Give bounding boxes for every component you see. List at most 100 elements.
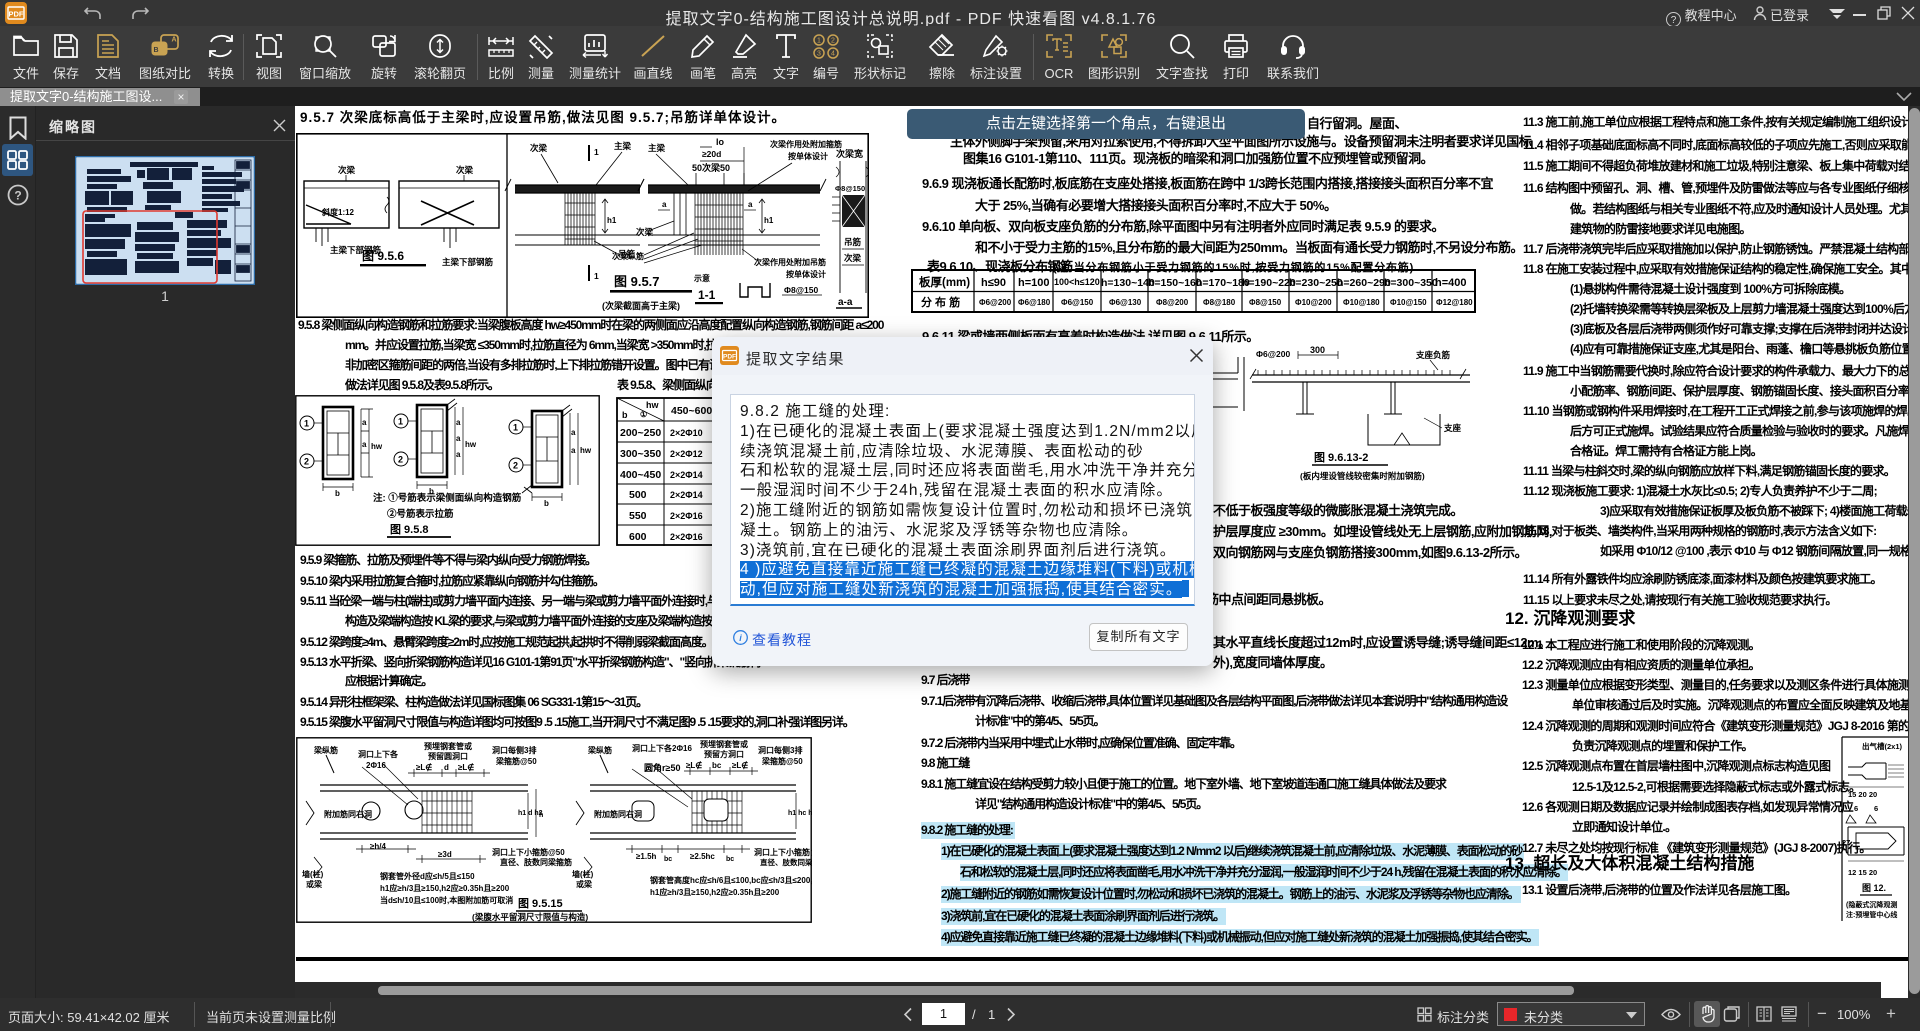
svg-text:次梁作用处附加吊筋: 次梁作用处附加吊筋 xyxy=(754,257,826,267)
svg-text:h1应≥h/3且≥150,h2应≥0.35h且≥200: h1应≥h/3且≥150,h2应≥0.35h且≥200 xyxy=(380,883,510,893)
svg-text:d: d xyxy=(444,763,449,772)
svg-text:Φ10@200: Φ10@200 xyxy=(1295,298,1332,307)
svg-text:Φ8@200: Φ8@200 xyxy=(1156,298,1189,307)
svg-text:2: 2 xyxy=(513,461,518,471)
svg-text:50次梁50: 50次梁50 xyxy=(692,162,730,173)
svg-text:图 9.5.8: 图 9.5.8 xyxy=(390,523,429,536)
svg-text:墙(柱): 墙(柱) xyxy=(302,869,324,879)
svg-text:注:预埋管中心线: 注:预埋管中心线 xyxy=(1846,910,1897,919)
svg-text:图 9.5.6: 图 9.5.6 xyxy=(362,249,404,263)
svg-text:550: 550 xyxy=(629,510,647,522)
svg-text:2×2Φ16: 2×2Φ16 xyxy=(670,511,703,521)
svg-text:Φ8@180: Φ8@180 xyxy=(1203,298,1236,307)
svg-text:bc: bc xyxy=(664,856,672,863)
svg-text:600: 600 xyxy=(629,531,647,543)
svg-text:1: 1 xyxy=(594,271,599,281)
svg-text:≥L∉: ≥L∉ xyxy=(686,761,702,770)
svg-text:预埋钢套管或: 预埋钢套管或 xyxy=(424,741,472,751)
svg-text:次梁: 次梁 xyxy=(636,227,654,237)
svg-text:吊筋: 吊筋 xyxy=(844,237,862,247)
svg-text:次梁: 次梁 xyxy=(456,165,474,175)
svg-text:h=130~140: h=130~140 xyxy=(1101,277,1155,289)
svg-text:b: b xyxy=(544,499,549,508)
svg-text:300: 300 xyxy=(1310,345,1325,355)
svg-text:bc: bc xyxy=(726,856,734,863)
svg-text:a: a xyxy=(571,446,576,455)
svg-text:①: ① xyxy=(640,410,647,419)
svg-text:2×2Φ12: 2×2Φ12 xyxy=(670,449,703,459)
svg-text:≥3d: ≥3d xyxy=(438,850,452,859)
svg-text:12 15 20: 12 15 20 xyxy=(1848,868,1877,877)
svg-text:≥20d: ≥20d xyxy=(702,149,721,159)
svg-text:i: i xyxy=(739,633,742,643)
svg-text:a: a xyxy=(456,418,461,427)
svg-text:斜度1:12: 斜度1:12 xyxy=(321,207,355,217)
svg-text:(板内埋设管线较密集时附加钢筋): (板内埋设管线较密集时附加钢筋) xyxy=(1300,471,1425,481)
svg-text:200~250: 200~250 xyxy=(620,427,661,439)
svg-text:梁纵筋: 梁纵筋 xyxy=(313,745,338,755)
svg-text:洞口每侧3排: 洞口每侧3排 xyxy=(758,745,802,755)
svg-text:支座: 支座 xyxy=(1443,423,1462,433)
svg-text:2×2Φ14: 2×2Φ14 xyxy=(670,470,703,480)
svg-text:附加筋同右洞: 附加筋同右洞 xyxy=(594,809,642,819)
svg-text:梁箍筋@50: 梁箍筋@50 xyxy=(495,756,537,766)
svg-text:注: ①号筋表示梁侧面纵向构造钢筋: 注: ①号筋表示梁侧面纵向构造钢筋 xyxy=(373,492,522,504)
svg-text:6: 6 xyxy=(1874,804,1878,813)
svg-text:Φ8@150: Φ8@150 xyxy=(1249,298,1282,307)
svg-text:Φ6@130: Φ6@130 xyxy=(1109,298,1142,307)
svg-text:洞口上下小箍筋@50: 洞口上下小箍筋@50 xyxy=(754,847,812,857)
svg-text:Φ10@150: Φ10@150 xyxy=(1390,298,1427,307)
svg-text:次梁: 次梁 xyxy=(338,165,356,175)
svg-text:hw: hw xyxy=(580,446,592,455)
svg-text:h1应≥h/3且≥150,h2应≥0.35h且≥200: h1应≥h/3且≥150,h2应≥0.35h且≥200 xyxy=(650,887,780,897)
svg-text:出气槽(2x1): 出气槽(2x1) xyxy=(1862,741,1903,751)
svg-text:次梁纵筋: 次梁纵筋 xyxy=(612,251,644,261)
svg-text:a-a: a-a xyxy=(838,297,853,308)
svg-text:主梁: 主梁 xyxy=(614,141,632,151)
svg-text:hw: hw xyxy=(646,400,659,410)
svg-text:Φ6@180: Φ6@180 xyxy=(1018,298,1051,307)
svg-text:4: 4 xyxy=(831,51,835,58)
svg-text:300~350: 300~350 xyxy=(620,448,661,460)
svg-text:2×2Φ14: 2×2Φ14 xyxy=(670,490,703,500)
svg-text:(梁腹水平留洞尺寸限值与构造): (梁腹水平留洞尺寸限值与构造) xyxy=(472,912,588,922)
svg-text:400~450: 400~450 xyxy=(620,469,661,481)
svg-text:Φ6@200: Φ6@200 xyxy=(979,298,1012,307)
svg-text:PDF: PDF xyxy=(723,354,736,361)
svg-text:按单体设计: 按单体设计 xyxy=(788,151,828,161)
svg-text:100<h≤120: 100<h≤120 xyxy=(1054,277,1100,287)
svg-text:450~600: 450~600 xyxy=(671,405,712,417)
svg-text:梁纵筋: 梁纵筋 xyxy=(587,745,612,755)
svg-text:主梁下部钢筋: 主梁下部钢筋 xyxy=(442,257,494,267)
svg-text:Φ8@150: Φ8@150 xyxy=(835,184,865,193)
svg-text:洞口上下各2Φ16: 洞口上下各2Φ16 xyxy=(632,743,692,753)
svg-text:板厚(mm): 板厚(mm) xyxy=(919,275,970,289)
svg-text:图 9.6.13-2: 图 9.6.13-2 xyxy=(1314,451,1368,464)
svg-text:h1: h1 xyxy=(764,216,774,225)
svg-text:27: 27 xyxy=(1842,838,1850,847)
svg-text:2: 2 xyxy=(831,38,835,45)
svg-text:附加筋同右洞: 附加筋同右洞 xyxy=(324,809,372,819)
svg-text:1-1: 1-1 xyxy=(698,288,716,302)
svg-text:图 9.5.15: 图 9.5.15 xyxy=(518,897,563,910)
svg-text:h=190~220: h=190~220 xyxy=(1242,277,1296,289)
svg-text:次梁宽: 次梁宽 xyxy=(836,148,863,159)
svg-text:或梁: 或梁 xyxy=(306,879,323,889)
svg-text:2: 2 xyxy=(398,455,403,465)
svg-text:主梁: 主梁 xyxy=(648,143,666,153)
svg-text:a: a xyxy=(362,418,367,427)
svg-text:梁箍筋@50: 梁箍筋@50 xyxy=(761,756,803,766)
svg-text:A: A xyxy=(171,37,176,44)
svg-text:a: a xyxy=(748,200,753,209)
svg-text:预留方洞口: 预留方洞口 xyxy=(704,749,744,759)
svg-text:钢套管高度hc应≤h/6且≤100,bc应≤h/3且≤200: 钢套管高度hc应≤h/6且≤100,bc应≤h/3且≤200， xyxy=(650,875,812,885)
svg-text:h1 hc h2: h1 hc h2 xyxy=(788,810,812,817)
svg-text:h=260~290: h=260~290 xyxy=(1337,277,1391,289)
svg-text:?: ? xyxy=(14,189,21,203)
svg-text:hw: hw xyxy=(371,442,383,451)
svg-text:1: 1 xyxy=(398,417,403,427)
svg-text:1: 1 xyxy=(594,147,599,157)
svg-text:h1: h1 xyxy=(607,216,617,225)
svg-text:次梁: 次梁 xyxy=(530,143,548,153)
svg-text:Φ10@180: Φ10@180 xyxy=(1343,298,1380,307)
